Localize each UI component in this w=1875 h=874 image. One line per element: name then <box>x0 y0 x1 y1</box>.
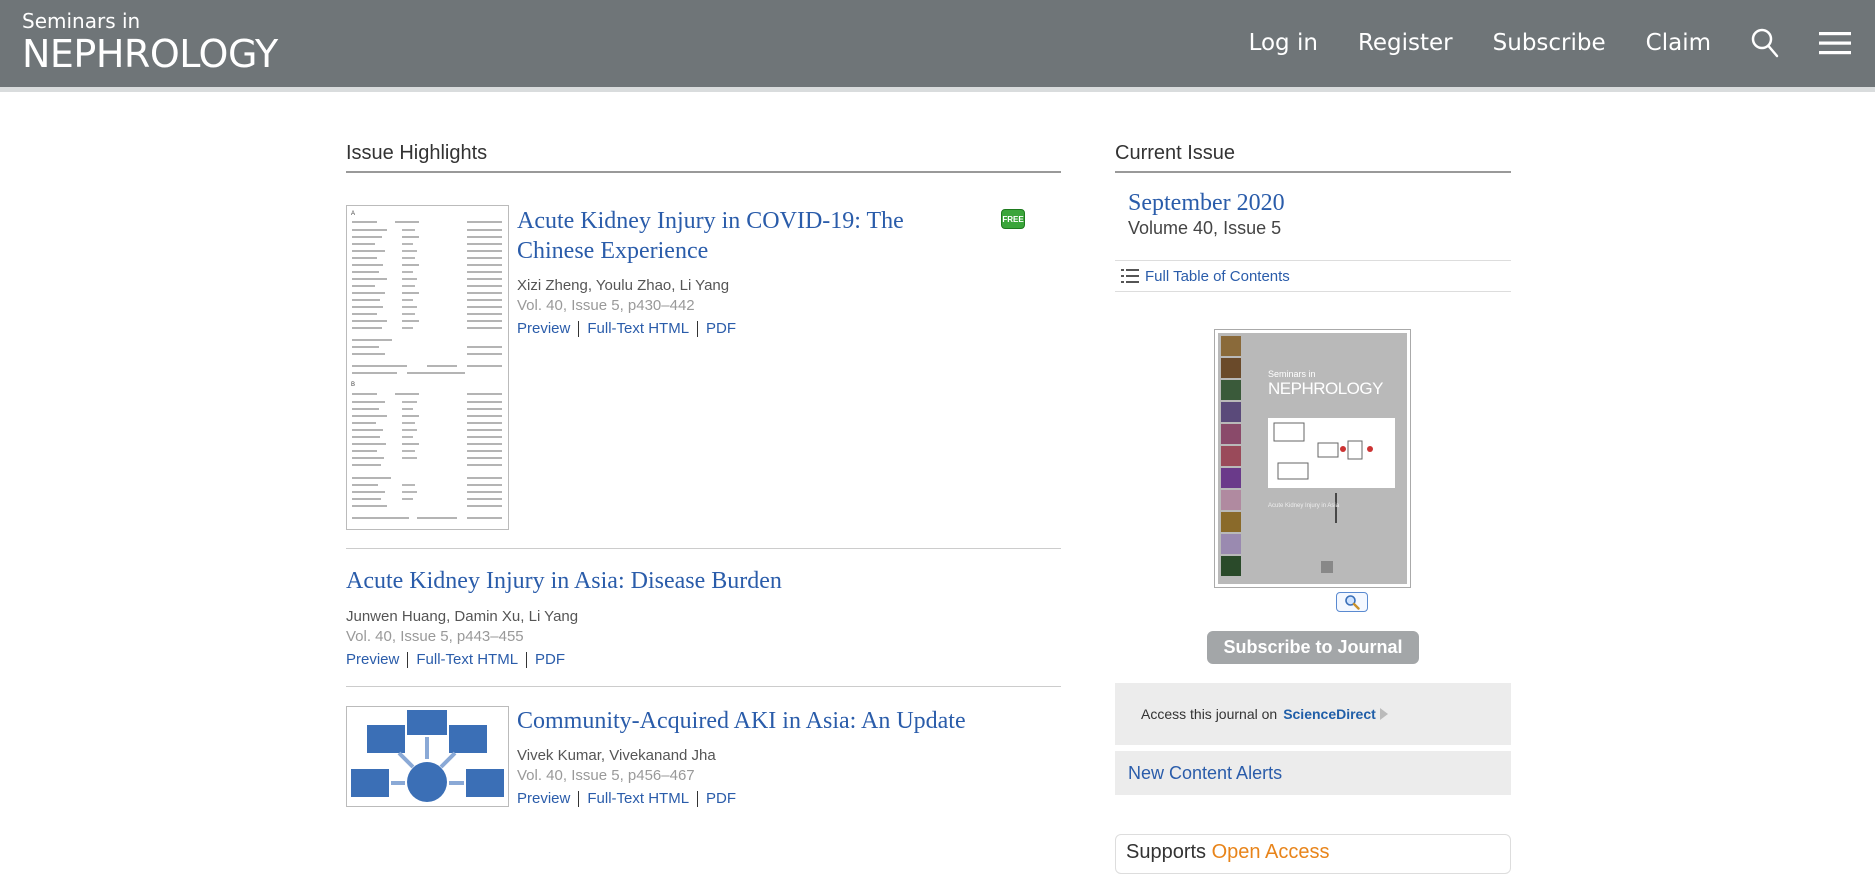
free-badge: FREE <box>1001 209 1025 229</box>
issue-highlights-heading: Issue Highlights <box>346 142 488 164</box>
issue-volume: Volume 40, Issue 5 <box>1128 218 1282 238</box>
supports-text: Supports <box>1126 841 1207 863</box>
article-divider <box>346 548 1061 549</box>
search-icon[interactable] <box>1751 28 1779 58</box>
new-content-alerts-link[interactable]: New Content Alerts <box>1128 763 1282 784</box>
site-header: Seminars in NEPHROLOGY Log in Register S… <box>0 0 1875 92</box>
journal-cover-image[interactable]: Seminars in NEPHROLOGY Acute Kidney Inju… <box>1214 329 1411 588</box>
highlights-divider <box>346 171 1061 173</box>
logo-big-text: NEPHROLOGY <box>22 32 278 76</box>
article-links-3: Preview Full-Text HTML PDF <box>517 790 736 807</box>
subscribe-to-journal-button[interactable]: Subscribe to Journal <box>1207 631 1419 664</box>
article-authors-3: Vivek Kumar, Vivekanand Jha <box>517 747 716 764</box>
article-volume-2: Vol. 40, Issue 5, p443–455 <box>346 628 524 645</box>
article-thumbnail-diagram[interactable] <box>346 706 509 807</box>
svg-text:A: A <box>351 211 355 217</box>
article-title-1[interactable]: Acute Kidney Injury in COVID-19: The Chi… <box>517 206 987 266</box>
journal-logo[interactable]: Seminars in NEPHROLOGY <box>22 10 278 76</box>
cover-zoom-button[interactable] <box>1336 592 1368 612</box>
article-links-1: Preview Full-Text HTML PDF <box>517 320 736 337</box>
subscribe-link[interactable]: Subscribe <box>1493 30 1606 56</box>
current-issue-heading: Current Issue <box>1115 142 1236 164</box>
link-separator <box>526 651 528 668</box>
article-thumbnail-table[interactable]: A B <box>346 205 509 530</box>
article-volume-1: Vol. 40, Issue 5, p430–442 <box>517 297 695 314</box>
login-link[interactable]: Log in <box>1249 30 1318 56</box>
top-nav: Log in Register Subscribe Claim <box>1249 0 1875 86</box>
claim-link[interactable]: Claim <box>1646 30 1711 56</box>
preview-link[interactable]: Preview <box>517 790 570 807</box>
article-links-2: Preview Full-Text HTML PDF <box>346 651 565 668</box>
preview-link[interactable]: Preview <box>346 651 399 668</box>
article-volume-3: Vol. 40, Issue 5, p456–467 <box>517 767 695 784</box>
register-link[interactable]: Register <box>1358 30 1453 56</box>
article-title-2[interactable]: Acute Kidney Injury in Asia: Disease Bur… <box>346 566 1046 596</box>
table-figure-icon: A B <box>351 211 502 519</box>
preview-link[interactable]: Preview <box>517 320 570 337</box>
new-content-alerts-box: New Content Alerts <box>1115 751 1511 795</box>
full-text-html-link[interactable]: Full-Text HTML <box>587 320 689 337</box>
open-access-text[interactable]: Open Access <box>1212 841 1330 863</box>
article-authors-1: Xizi Zheng, Youlu Zhao, Li Yang <box>517 277 730 294</box>
table-of-contents-row: Full Table of Contents <box>1115 260 1511 292</box>
list-icon <box>1121 269 1139 283</box>
link-separator <box>578 320 580 337</box>
logo-small-text: Seminars in <box>22 9 141 33</box>
cover-subtitle: Acute Kidney Injury in Asia <box>1268 503 1340 509</box>
flow-diagram-icon <box>351 710 504 802</box>
pdf-link[interactable]: PDF <box>535 651 565 668</box>
link-separator <box>407 651 409 668</box>
article-authors-2: Junwen Huang, Damin Xu, Li Yang <box>346 608 579 625</box>
supports-open-access-box: Supports Open Access <box>1115 834 1511 874</box>
magnifier-icon <box>1345 595 1360 610</box>
link-separator <box>697 320 699 337</box>
cover-artwork: Seminars in NEPHROLOGY Acute Kidney Inju… <box>1218 333 1407 584</box>
sciencedirect-access-box: Access this journal on ScienceDirect <box>1115 683 1511 745</box>
issue-date-link[interactable]: September 2020 <box>1128 190 1285 217</box>
cover-journal-small: Seminars in <box>1268 369 1316 379</box>
article-divider <box>346 686 1061 687</box>
full-text-html-link[interactable]: Full-Text HTML <box>416 651 518 668</box>
pdf-link[interactable]: PDF <box>706 320 736 337</box>
current-issue-divider <box>1115 171 1511 173</box>
cover-journal-big: NEPHROLOGY <box>1268 379 1383 398</box>
svg-text:B: B <box>351 382 355 388</box>
arrow-right-icon <box>1379 708 1388 720</box>
full-text-html-link[interactable]: Full-Text HTML <box>587 790 689 807</box>
hamburger-menu-icon[interactable] <box>1819 29 1851 57</box>
full-table-of-contents-link[interactable]: Full Table of Contents <box>1145 268 1290 285</box>
access-text: Access this journal on <box>1141 706 1278 722</box>
article-title-3[interactable]: Community-Acquired AKI in Asia: An Updat… <box>517 706 1057 736</box>
pdf-link[interactable]: PDF <box>706 790 736 807</box>
sciencedirect-link[interactable]: ScienceDirect <box>1283 706 1376 722</box>
link-separator <box>578 790 580 807</box>
link-separator <box>697 790 699 807</box>
